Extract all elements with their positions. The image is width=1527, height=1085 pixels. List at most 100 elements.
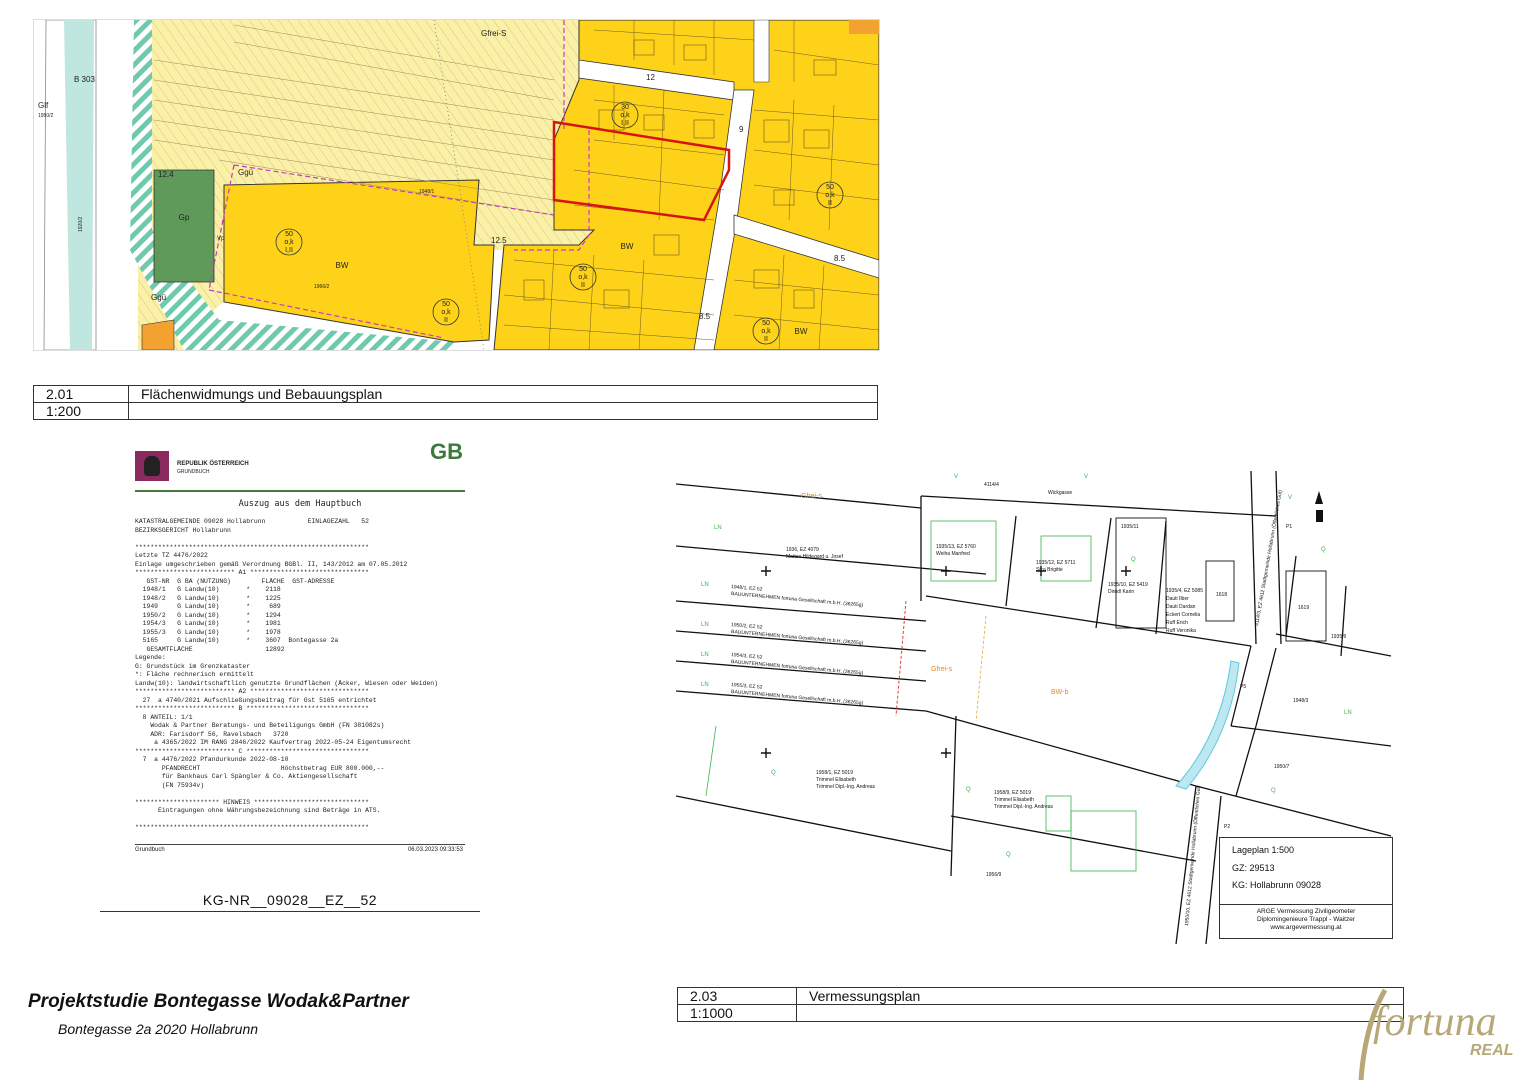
owner-label: Trimmel Dipl.-Ing. Andreas [816,784,875,790]
project-address: Bontegasse 2a 2020 Hollabrunn [58,1021,259,1037]
circle-top: 50 [442,301,450,308]
plan-scale: 1:200 [33,402,129,420]
owner-label: Dauti Dardan [1166,604,1196,610]
legend-line: KG: Hollabrunn 09028 [1232,880,1322,890]
plan-number: 2.03 [677,987,797,1005]
legend-line: Lageplan 1:500 [1232,845,1295,855]
landuse-label: Q [966,787,971,793]
austria-eagle-logo [135,451,169,481]
owner-label: Trimmel Dipl.-Ing. Andreas [994,804,1053,810]
surveyor-line: www.argevermessung.at [1270,924,1342,931]
grundbuch-line: 1955/3 G Landw(10) * 1978 [142,628,281,636]
grundbuch-line: Legende: [135,654,166,661]
landuse-label: LN [714,525,722,531]
owner-label: Dauti Ilber [1166,596,1189,602]
circle-top: 50 [762,320,770,327]
owner-label: Ruff Veronika [1166,628,1196,634]
grundbuch-line: GESAMTFLÄCHE 12892 [146,645,285,653]
grundbuch-line: ************************** B ***********… [135,705,369,712]
dimension-label: 8.5 [834,254,846,263]
circle-mid: o,k [620,112,630,119]
grundbuch-line: 27 a 4740/2021 Aufschließungsbeitrag für… [142,696,377,704]
landuse-label: LN [701,682,709,688]
grundbuch-line: KATASTRALGEMEINDE 09028 Hollabrunn EINLA… [135,518,369,525]
grundbuch-extract: REPUBLIK ÖSTERREICH GRUNDBUCH GB Auszug … [135,439,465,858]
circle-top: 50 [579,266,587,273]
grundbuch-line: ********************** HINWEIS *********… [135,798,369,806]
owner-label: 1958/9, EZ 5019 [994,790,1031,796]
zone-label: Gfrei-s [931,666,953,673]
dimension-label: 9 [739,125,744,134]
parcel-label: 1948/3 [1293,698,1309,704]
zone-label: BW [336,261,349,270]
landuse-label: LN [701,622,709,628]
legend-line: GZ: 29513 [1232,863,1275,873]
footer-left: Grundbuch [135,847,165,853]
zone-label: BW-b [1051,689,1068,696]
landuse-label: V [1288,495,1292,501]
plan-number: 2.01 [33,385,129,403]
circle-mid: o,k [761,328,771,335]
grundbuch-line: Landw(10): landwirtschaftlich genutzte G… [135,679,438,687]
zone-label: Gp [179,213,190,222]
circle-bot: II [444,317,448,324]
plan-empty-cell [128,402,878,420]
owner-label: Eckert Cornelia [1166,612,1200,618]
landuse-label: LN [701,652,709,658]
landuse-label: Q [771,770,776,776]
grundbuch-line: a 4365/2022 IM RANG 2846/2022 Kaufvertra… [154,739,412,746]
grundbuch-line: *: Fläche rechnerisch ermittelt [135,671,254,678]
grundbuch-line: Wodak & Partner Beratungs- und Beteiligu… [150,722,385,729]
point-label: P2 [1224,824,1230,830]
landuse-label: Q [1131,557,1136,563]
grundbuch-title: Auszug aus dem Hauptbuch [238,499,362,509]
grundbuch-label: GRUNDBUCH [177,469,210,475]
grundbuch-line: ************************** A2 **********… [135,688,369,695]
grundbuch-line: 1948/2 G Landw(10) * 1225 [142,594,281,602]
owner-label: Trimmel Elisabeth [994,797,1034,803]
parcel-label: 4114/4 [984,482,999,488]
circle-bot: II [828,200,832,207]
survey-legend-box: Lageplan 1:500 GZ: 29513 KG: Hollabrunn … [1219,837,1393,939]
circle-mid: o,k [825,192,835,199]
zoning-map: 50 o,k I,II 30 o,k I,II 50 o,k II 50 o,k… [33,19,880,351]
owner-label: Ruff Erich [1166,620,1188,626]
plan-title-table-survey: 2.03 Vermessungsplan 1:1000 [677,987,1404,1022]
owner-label: 1936, EZ 4079 [786,547,819,553]
grundbuch-line: Eintragungen ohne Währungsbezeichnung si… [158,807,381,814]
owner-label: Trimmel Elisabeth [816,777,856,783]
owner-label: 1935/10, EZ 5419 [1108,582,1148,588]
grundbuch-line: ************************** A1 **********… [135,569,369,576]
landuse-label: Q [1271,788,1276,794]
dimension-label: 12.4 [158,170,174,179]
grundbuch-line: (FN 75934v) [161,781,205,789]
point-label: P1 [1286,524,1292,530]
grundbuch-line: 1954/3 G Landw(10) * 1981 [142,620,281,627]
circle-mid: o,k [284,239,294,246]
plan-title-table-zoning: 2.01 Flächenwidmungs und Bebauungsplan 1:… [33,385,878,420]
surveyor-line: ARGE Vermessung Ziviligeometer [1256,908,1356,915]
owner-label: Weiha Manfred [936,551,970,557]
owner-label: 1935/13, EZ 5760 [936,544,976,550]
landuse-label: V [954,474,958,480]
grundbuch-line: PFANDRECHT Höchstbetrag EUR 800.000,-- [161,764,385,772]
grundbuch-line: 8 ANTEIL: 1/1 [142,713,193,721]
parcel-label: 1619 [1298,605,1309,611]
owner-label: 1935/4, EZ 5085 [1166,588,1203,594]
circle-bot: II [581,282,585,289]
gb-mark: GB [430,439,463,464]
owner-label: Sica Brigitte [1036,567,1063,573]
grundbuch-line: Letzte TZ 4476/2022 [135,552,208,559]
grundbuch-line: für Bankhaus Carl Spängler & Co. Aktieng… [161,773,358,780]
owner-label: 1935/12, EZ 5711 [1036,560,1076,566]
grundbuch-line: Einlage umgeschrieben gemäß Verordnung B… [135,560,408,568]
grundbuch-reference: KG-NR__09028__EZ__52 [100,892,480,912]
grundbuch-line: BEZIRKSGERICHT Hollabrunn [135,526,231,534]
fortuna-real-logo: fortuna REAL [1355,985,1527,1081]
dimension-label: 12 [646,73,655,82]
landuse-label: LN [701,582,709,588]
grundbuch-line: GST-NR G BA (NUTZUNG) FLÄCHE GST-ADRESSE [146,577,335,585]
owner-label: 1958/1, EZ 5019 [816,770,853,776]
landuse-label: Q [1006,852,1011,858]
parcel-label: 1935/6 [1331,634,1347,640]
